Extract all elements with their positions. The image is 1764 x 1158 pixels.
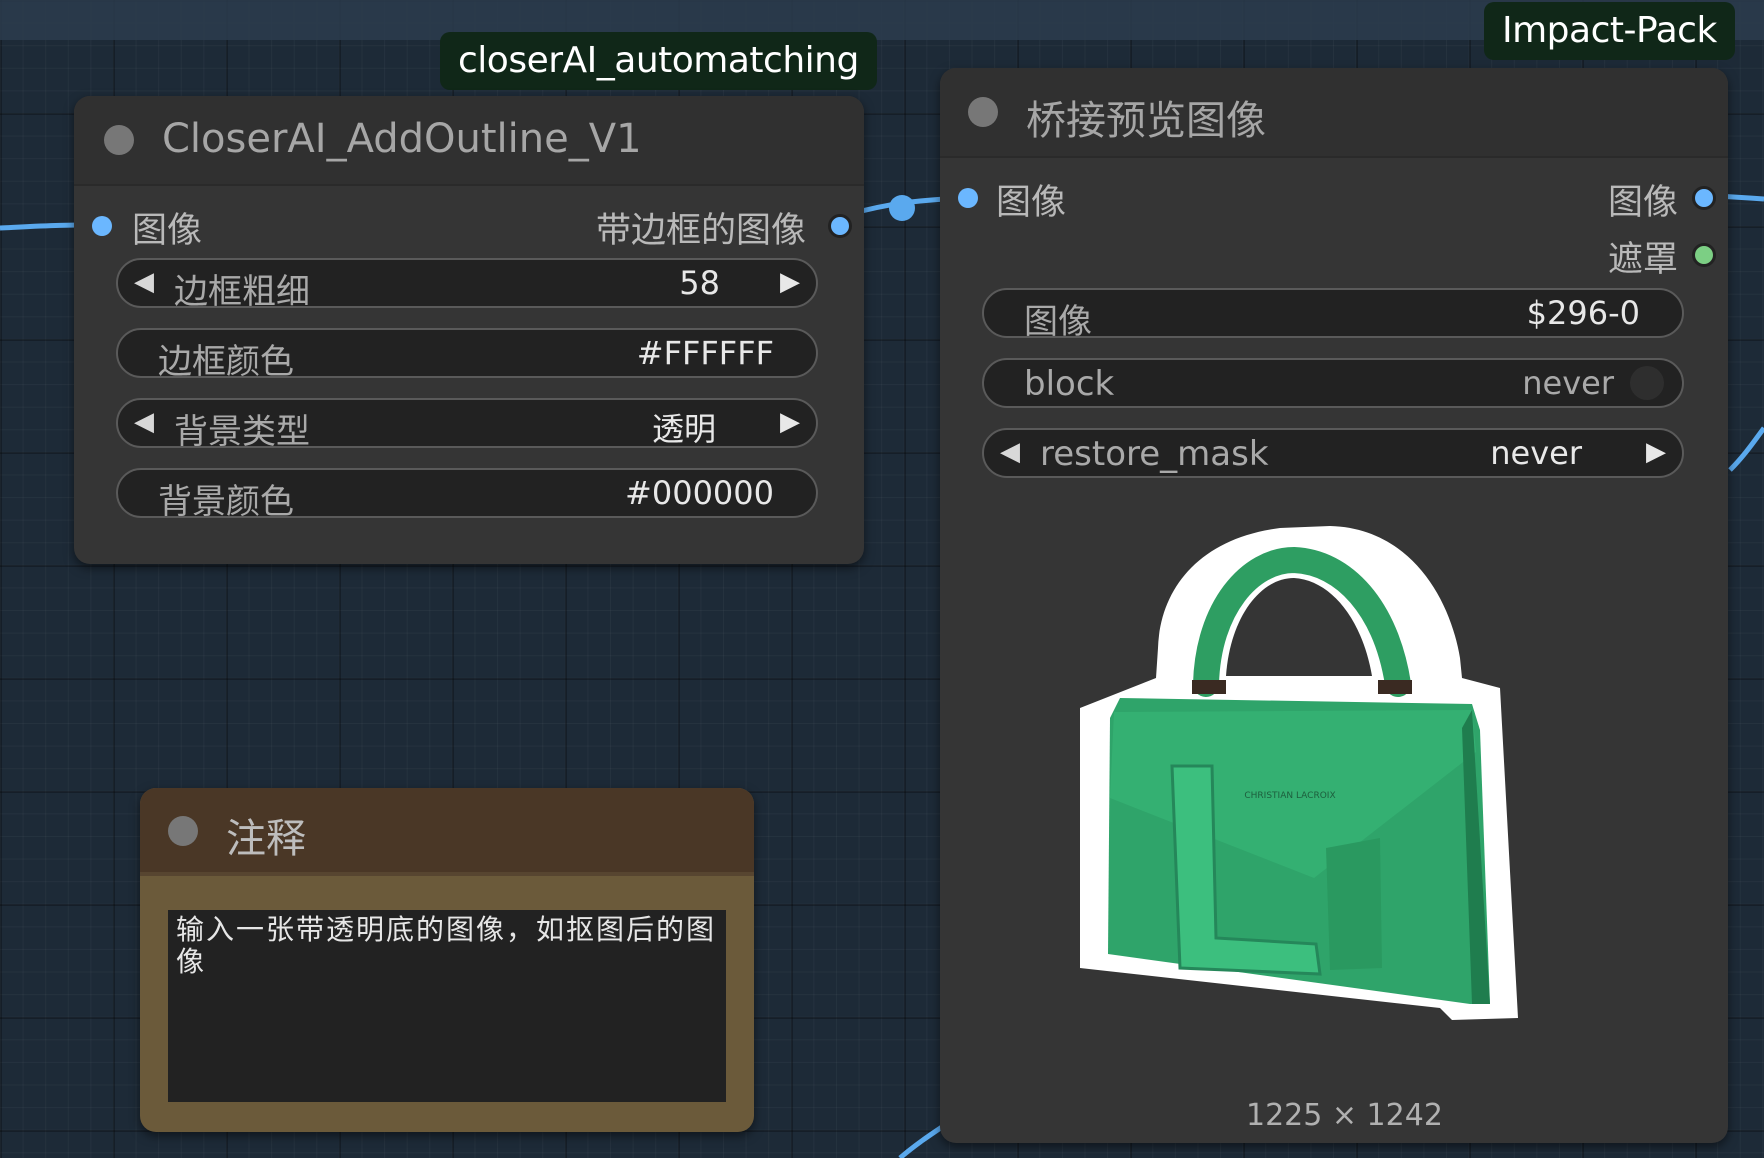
group-badge-impact-pack[interactable]: Impact-Pack — [1484, 2, 1735, 60]
widget-value: #FFFFFF — [636, 334, 774, 372]
widget-label: 边框颜色 — [158, 342, 294, 382]
slot-row: 图像 图像 — [940, 178, 1728, 223]
link-right-down — [1728, 426, 1764, 472]
widget-label: block — [1024, 364, 1115, 404]
node-title: CloserAI_AddOutline_V1 — [162, 116, 642, 162]
note-title: 注释 — [226, 816, 306, 862]
output-slot-mask[interactable] — [1692, 243, 1716, 267]
widget-value: 透明 — [651, 410, 716, 448]
input-label: 图像 — [996, 183, 1067, 223]
collapse-dot-icon[interactable] — [168, 816, 198, 846]
input-label: 图像 — [132, 211, 203, 251]
increment-arrow-icon[interactable]: ▶ — [1646, 437, 1666, 467]
widget-value: never — [1522, 364, 1614, 402]
widget-block[interactable]: block never — [982, 358, 1684, 408]
preview-image[interactable]: CHRISTIAN LACROIX — [1080, 498, 1590, 1078]
note-textarea[interactable]: 输入一张带透明底的图像，如抠图后的图像 — [168, 910, 726, 1102]
widget-border-width[interactable]: ◀ 边框粗细 58 ▶ — [116, 258, 818, 312]
widget-label: 边框粗细 — [174, 272, 310, 312]
widget-border-color[interactable]: 边框颜色 #FFFFFF — [116, 328, 818, 382]
widget-value: $296-0 — [1526, 294, 1640, 332]
node-title: 桥接预览图像 — [1026, 98, 1266, 144]
increment-arrow-icon[interactable]: ▶ — [780, 407, 800, 437]
slot-row: 遮罩 — [940, 235, 1728, 280]
image-dimensions: 1225 × 1242 — [1246, 1098, 1443, 1133]
widget-value: #000000 — [625, 474, 774, 512]
widget-value: 58 — [679, 264, 720, 302]
svg-text:CHRISTIAN LACROIX: CHRISTIAN LACROIX — [1244, 791, 1335, 801]
note-header[interactable]: 注释 — [140, 788, 754, 876]
decrement-arrow-icon[interactable]: ◀ — [134, 267, 154, 297]
collapse-dot-icon[interactable] — [104, 125, 134, 155]
input-slot-image[interactable] — [92, 216, 112, 236]
link-reroute-dot — [889, 195, 915, 221]
link-bottom — [898, 1122, 947, 1158]
widget-label: 背景颜色 — [158, 482, 294, 522]
widget-bg-type[interactable]: ◀ 背景类型 透明 ▶ — [116, 398, 818, 452]
output-label: 带边框的图像 — [595, 211, 806, 251]
widget-restore-mask[interactable]: ◀ restore_mask never ▶ — [982, 428, 1684, 478]
decrement-arrow-icon[interactable]: ◀ — [1000, 437, 1020, 467]
widget-bg-color[interactable]: 背景颜色 #000000 — [116, 468, 818, 522]
output-slot-image[interactable] — [1692, 186, 1716, 210]
decrement-arrow-icon[interactable]: ◀ — [134, 407, 154, 437]
toggle-knob[interactable] — [1630, 366, 1664, 400]
slot-row: 图像 带边框的图像 — [74, 206, 864, 251]
output-label-mask: 遮罩 — [1607, 240, 1678, 280]
group-badge-closerai[interactable]: closerAI_automatching — [440, 32, 877, 90]
output-slot-image[interactable] — [828, 214, 852, 238]
widget-image[interactable]: 图像 $296-0 — [982, 288, 1684, 342]
widget-value: never — [1490, 434, 1582, 472]
output-label-image: 图像 — [1607, 183, 1678, 223]
widget-label: 背景类型 — [174, 412, 310, 452]
widget-label: 图像 — [1024, 302, 1092, 342]
node-add-outline[interactable]: CloserAI_AddOutline_V1 图像 带边框的图像 ◀ 边框粗细 … — [74, 96, 864, 564]
increment-arrow-icon[interactable]: ▶ — [780, 267, 800, 297]
collapse-dot-icon[interactable] — [968, 97, 998, 127]
input-slot-image[interactable] — [958, 188, 978, 208]
node-bridge-preview[interactable]: 桥接预览图像 图像 图像 遮罩 图像 $296-0 block never ◀ … — [940, 68, 1728, 1143]
node-note[interactable]: 注释 输入一张带透明底的图像，如抠图后的图像 — [140, 788, 754, 1132]
node-header[interactable]: 桥接预览图像 — [940, 68, 1728, 158]
widget-label: restore_mask — [1040, 434, 1269, 474]
node-header[interactable]: CloserAI_AddOutline_V1 — [74, 96, 864, 186]
